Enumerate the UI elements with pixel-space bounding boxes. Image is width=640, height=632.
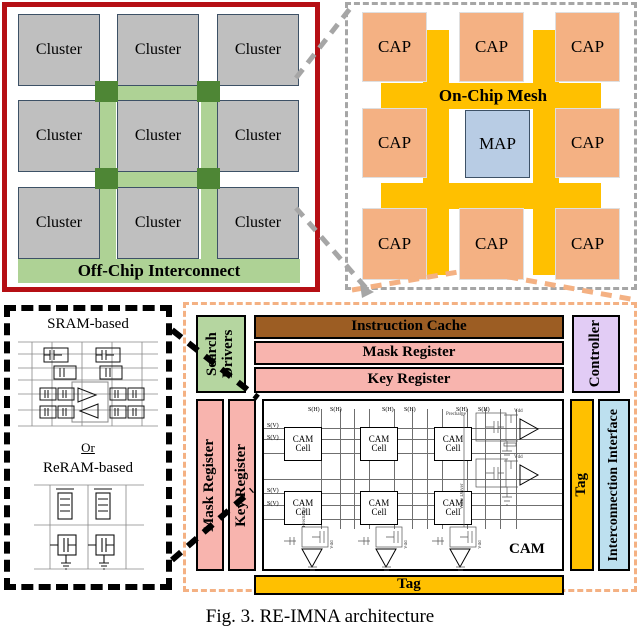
cam-block-label: CAM: [509, 541, 545, 557]
write-driver-label: Write Driver: [460, 483, 465, 509]
sram-cell-schematic: [16, 336, 160, 436]
mesh-tile-cap[interactable]: CAP: [555, 208, 620, 280]
figure-caption: Fig. 3. RE-IMNA architecture: [205, 606, 435, 627]
or-separator-label: Or: [81, 440, 95, 456]
mesh-router-node: [95, 81, 118, 102]
mesh-tile-cap[interactable]: CAP: [555, 12, 620, 82]
cluster-tile[interactable]: Cluster: [18, 100, 100, 172]
mesh-router-node: [197, 168, 220, 189]
cluster-tile[interactable]: Cluster: [117, 14, 199, 86]
vdd-label: Vdd: [478, 540, 483, 549]
cluster-tile[interactable]: Cluster: [18, 187, 100, 259]
precharge-label-right: Precharge: [446, 412, 466, 417]
off-chip-interconnect-bar: Off-Chip Interconnect: [18, 259, 300, 283]
mesh-tile-cap[interactable]: CAP: [459, 208, 524, 280]
panel-cap-internals: Search Drivers Instruction Cache Mask Re…: [183, 302, 637, 595]
vdd-label: Vdd: [514, 455, 523, 460]
panel-cluster-array: Cluster Cluster Cluster Cluster Cluster …: [2, 2, 320, 292]
mesh-tile-cap[interactable]: CAP: [362, 208, 427, 280]
mesh-tile-cap[interactable]: CAP: [362, 108, 427, 178]
key-register-side-block[interactable]: Key Register: [228, 399, 256, 571]
panel-cam-cell-circuits: SRAM-based Or ReRAM-based: [4, 305, 172, 590]
tag-side-label: Tag: [573, 473, 590, 497]
mesh-bus-horizontal-bottom: [381, 183, 601, 209]
cluster-tile[interactable]: Cluster: [217, 100, 299, 172]
interconnection-interface-label: Interconnection Interface: [605, 408, 621, 562]
sram-based-title: SRAM-based: [47, 316, 129, 333]
mesh-router-node: [95, 168, 118, 189]
key-register-side-label: Key Register: [233, 443, 250, 527]
key-register-top-block[interactable]: Key Register: [254, 367, 564, 393]
cam-array-block: S(H) S(H) S(H) S(H) S(H) S(H) S(V) S(V) …: [262, 399, 564, 571]
cluster-tile[interactable]: Cluster: [18, 14, 100, 86]
vdd-label: Vdd: [514, 409, 523, 414]
controller-label: Controller: [587, 320, 604, 388]
on-chip-mesh-label: On-Chip Mesh: [438, 86, 548, 106]
cluster-tile[interactable]: Cluster: [117, 187, 199, 259]
mesh-router-node: [197, 81, 220, 102]
cluster-tile[interactable]: Cluster: [217, 187, 299, 259]
mask-register-top-block[interactable]: Mask Register: [254, 341, 564, 365]
cluster-tile[interactable]: Cluster: [117, 100, 199, 172]
mesh-tile-cap[interactable]: CAP: [555, 108, 620, 178]
interconnection-interface-block[interactable]: Interconnection Interface: [598, 399, 630, 571]
mask-register-side-block[interactable]: Mask Register: [196, 399, 224, 571]
tag-bottom-block[interactable]: Tag: [254, 575, 564, 595]
reram-cell-schematic: [30, 481, 148, 581]
mesh-tile-cap[interactable]: CAP: [459, 12, 524, 82]
controller-block[interactable]: Controller: [572, 315, 620, 393]
tag-side-block[interactable]: Tag: [570, 399, 594, 571]
vdd-label: Vdd: [404, 540, 409, 549]
reram-based-title: ReRAM-based: [43, 460, 133, 477]
search-drivers-block[interactable]: Search Drivers: [196, 315, 246, 393]
search-drivers-label: Search Drivers: [204, 329, 236, 379]
mask-register-side-label: Mask Register: [201, 438, 218, 532]
panel-on-chip-mesh: CAP CAP CAP CAP MAP CAP CAP CAP CAP On-C…: [345, 2, 637, 290]
precharge-label-bottom: Precharge: [302, 507, 307, 527]
mesh-tile-map[interactable]: MAP: [465, 110, 530, 178]
mesh-tile-cap[interactable]: CAP: [362, 12, 427, 82]
instruction-cache-block[interactable]: Instruction Cache: [254, 315, 564, 339]
vdd-label: Vdd: [330, 540, 335, 549]
cluster-tile[interactable]: Cluster: [217, 14, 299, 86]
